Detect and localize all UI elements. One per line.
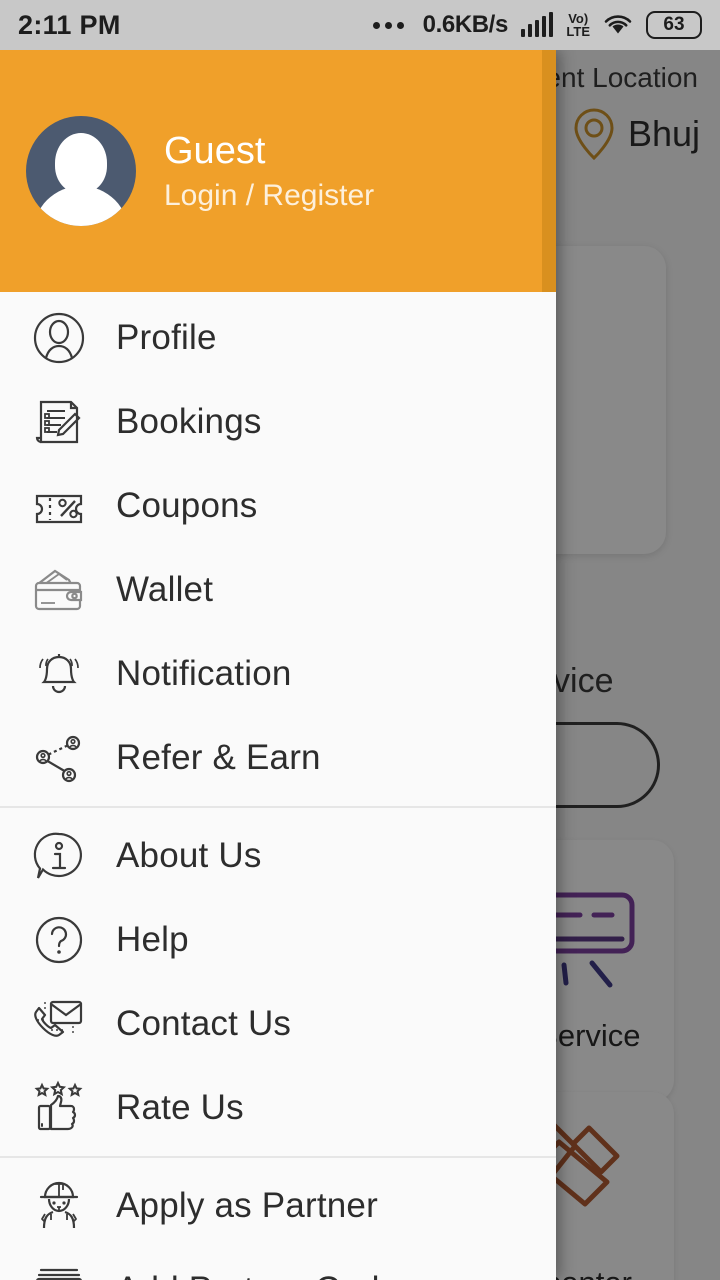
menu-item-help-label: Help xyxy=(116,920,189,959)
bell-icon xyxy=(28,643,90,705)
menu-item-about-us[interactable]: About Us xyxy=(0,814,556,898)
menu-item-refer-earn-label: Refer & Earn xyxy=(116,738,321,777)
thumbs-up-stars-icon xyxy=(28,1077,90,1139)
coupon-ticket-icon xyxy=(28,475,90,537)
user-avatar-icon xyxy=(26,116,136,226)
menu-item-contact-us-label: Contact Us xyxy=(116,1004,292,1043)
menu-item-wallet-label: Wallet xyxy=(116,570,214,609)
more-dots-icon xyxy=(372,21,404,29)
menu-item-bookings-label: Bookings xyxy=(116,402,262,441)
id-card-icon xyxy=(28,1259,90,1280)
menu-item-notification-label: Notification xyxy=(116,654,292,693)
app-screen: Current Location Bhuj thangam GUJARAT Id… xyxy=(0,0,720,1280)
menu-item-apply-as-partner[interactable]: Apply as Partner xyxy=(0,1164,556,1248)
phone-envelope-icon xyxy=(28,993,90,1055)
info-bubble-icon xyxy=(28,825,90,887)
menu-divider-1 xyxy=(0,806,556,808)
volte-bottom-label: LTE xyxy=(566,24,590,39)
wifi-icon xyxy=(603,13,633,37)
network-speed-label: 0.6KB/s xyxy=(422,11,509,38)
menu-item-add-partner-code[interactable]: Add Partner Code xyxy=(0,1248,556,1280)
menu-item-notification[interactable]: Notification xyxy=(0,632,556,716)
share-network-icon xyxy=(28,727,90,789)
menu-divider-2 xyxy=(0,1156,556,1158)
menu-item-wallet[interactable]: Wallet xyxy=(0,548,556,632)
menu-item-rate-us[interactable]: Rate Us xyxy=(0,1066,556,1150)
login-register-link[interactable]: Login / Register xyxy=(164,179,374,213)
navigation-drawer: Guest Login / Register Profile Bookings … xyxy=(0,50,556,1280)
profile-name: Guest xyxy=(164,129,266,172)
menu-item-profile[interactable]: Profile xyxy=(0,296,556,380)
worker-helmet-icon xyxy=(28,1175,90,1237)
document-pen-icon xyxy=(28,391,90,453)
status-bar-time: 2:11 PM xyxy=(18,9,121,40)
menu-item-coupons[interactable]: Coupons xyxy=(0,464,556,548)
drawer-menu: Profile Bookings Coupons Wallet Notifica… xyxy=(0,292,556,1280)
signal-bars-icon xyxy=(520,12,554,37)
battery-indicator: 63 xyxy=(646,11,702,39)
wallet-icon xyxy=(28,559,90,621)
status-bar: 2:11 PM 0.6KB/s Vo) LTE 63 xyxy=(0,0,720,50)
question-circle-icon xyxy=(28,909,90,971)
menu-item-profile-label: Profile xyxy=(116,318,217,357)
menu-item-refer-earn[interactable]: Refer & Earn xyxy=(0,716,556,800)
menu-item-add-partner-code-label: Add Partner Code xyxy=(116,1270,399,1280)
menu-item-help[interactable]: Help xyxy=(0,898,556,982)
drawer-profile-header[interactable]: Guest Login / Register xyxy=(0,50,556,292)
menu-item-apply-as-partner-label: Apply as Partner xyxy=(116,1186,378,1225)
menu-item-about-us-label: About Us xyxy=(116,836,262,875)
volte-icon: Vo) LTE xyxy=(566,12,590,38)
menu-item-rate-us-label: Rate Us xyxy=(116,1088,244,1127)
menu-item-bookings[interactable]: Bookings xyxy=(0,380,556,464)
menu-item-contact-us[interactable]: Contact Us xyxy=(0,982,556,1066)
user-circle-icon xyxy=(28,307,90,369)
menu-item-coupons-label: Coupons xyxy=(116,486,258,525)
